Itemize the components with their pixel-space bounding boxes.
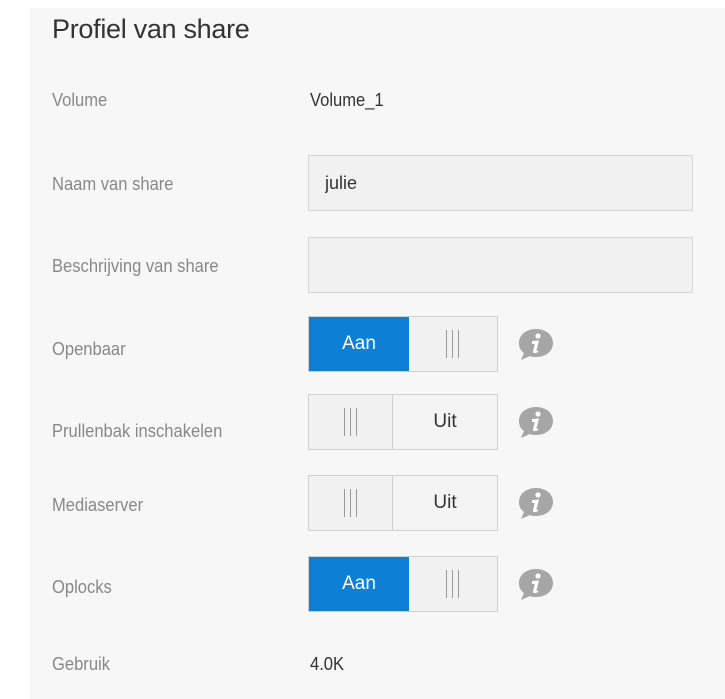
usage-label: Gebruik — [52, 654, 110, 674]
share-description-label: Beschrijving van share — [52, 256, 219, 276]
recycle-bin-toggle-state: Uit — [393, 395, 497, 449]
oplocks-label: Oplocks — [52, 577, 112, 597]
grip-icon — [342, 489, 360, 517]
share-description-input[interactable] — [308, 237, 693, 293]
public-label: Openbaar — [52, 339, 126, 359]
media-server-label: Mediaserver — [52, 495, 144, 515]
toggle-grip — [409, 557, 497, 611]
toggle-grip — [309, 395, 393, 449]
recycle-bin-toggle[interactable]: Uit — [308, 394, 498, 450]
usage-value: 4.0K — [310, 654, 345, 674]
media-server-toggle[interactable]: Uit — [308, 475, 498, 531]
oplocks-toggle-state: Aan — [309, 557, 409, 611]
info-icon[interactable] — [517, 567, 555, 601]
media-server-toggle-state: Uit — [393, 476, 497, 530]
toggle-grip — [409, 317, 497, 371]
info-icon[interactable] — [517, 327, 555, 361]
page-title: Profiel van share — [52, 14, 250, 44]
public-toggle-state: Aan — [309, 317, 409, 371]
toggle-grip — [309, 476, 393, 530]
volume-label: Volume — [52, 90, 108, 110]
recycle-bin-label: Prullenbak inschakelen — [52, 421, 223, 441]
oplocks-toggle[interactable]: Aan — [308, 556, 498, 612]
grip-icon — [342, 408, 360, 436]
info-icon[interactable] — [517, 405, 555, 439]
grip-icon — [444, 330, 462, 358]
info-icon[interactable] — [517, 486, 555, 520]
grip-icon — [444, 570, 462, 598]
share-name-label: Naam van share — [52, 174, 174, 194]
share-name-input[interactable] — [308, 155, 693, 211]
public-toggle[interactable]: Aan — [308, 316, 498, 372]
volume-value: Volume_1 — [310, 90, 384, 110]
